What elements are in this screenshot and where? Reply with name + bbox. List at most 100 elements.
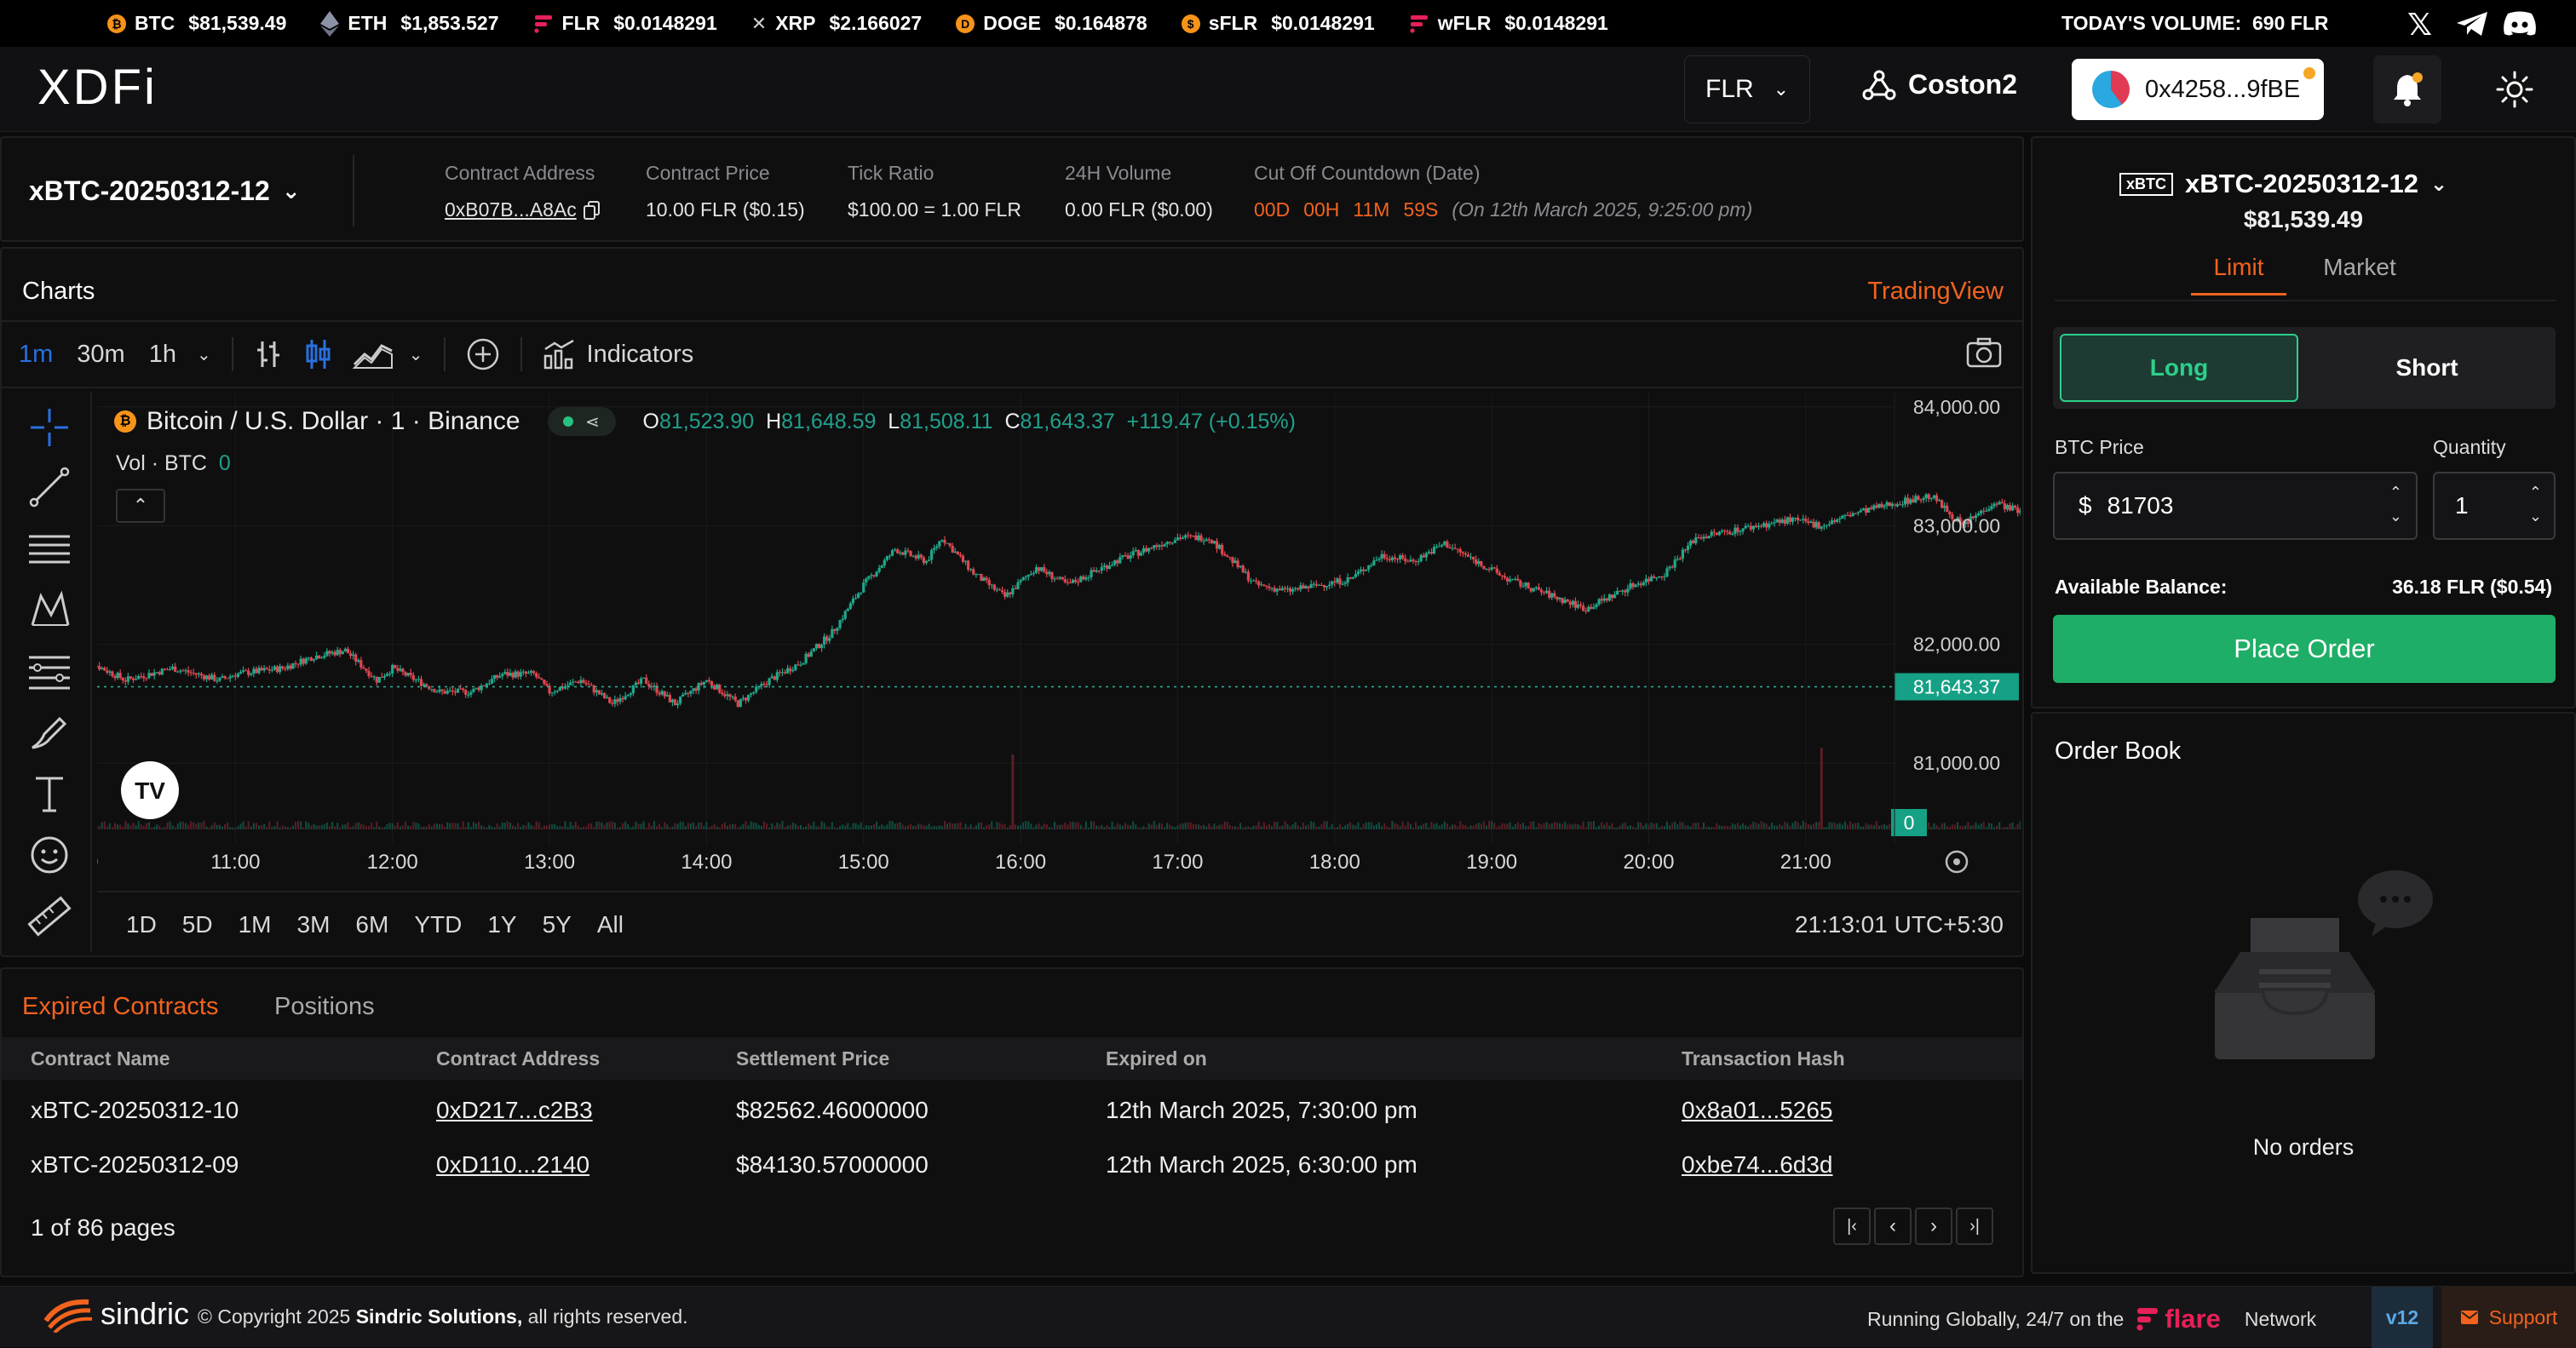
range-6m[interactable]: 6M [355,911,388,938]
candle [106,670,109,673]
text-tool-icon[interactable] [26,770,73,817]
row-transaction-hash-link[interactable]: 0x8a01...5265 [1682,1097,1833,1124]
ruler-icon[interactable] [26,892,73,940]
volume-bar [1281,825,1284,829]
range-all[interactable]: All [597,911,624,938]
tab-market[interactable]: Market [2309,254,2411,281]
quantity-input[interactable]: 1 ⌃ ⌄ [2433,472,2556,540]
short-button[interactable]: Short [2305,334,2549,402]
area-style-icon[interactable] [352,339,394,370]
candle [621,697,624,700]
price-stepper[interactable]: ⌃ ⌄ [2389,480,2402,528]
quantity-stepper[interactable]: ⌃ ⌄ [2529,480,2542,528]
doge-coin-icon: D [956,14,975,33]
range-ytd[interactable]: YTD [414,911,462,938]
volume-bar [1540,824,1543,829]
volume-bar [1987,823,1990,829]
row-contract-address-link[interactable]: 0xD110...2140 [436,1151,589,1179]
volume-bar [1145,827,1147,829]
tab-expired-contracts[interactable]: Expired Contracts [22,993,219,1021]
volume-bar [1491,821,1493,829]
chart-clock[interactable]: 21:13:01 UTC+5:30 [1795,911,2004,938]
emoji-icon[interactable] [26,831,73,879]
sindric-logo[interactable]: sindric [43,1295,189,1333]
contract-address-link[interactable]: 0xB07B...A8Ac [445,198,577,221]
brush-icon[interactable] [26,708,73,756]
volume-bar [771,823,773,829]
range-3m[interactable]: 3M [297,911,331,938]
volume-bar [261,824,263,829]
interval-30m[interactable]: 30m [77,341,124,369]
network-selector[interactable]: Coston2 [1862,69,2017,100]
discord-icon[interactable] [2501,10,2539,37]
contract-selector[interactable]: xBTC-20250312-12 ⌄ [29,175,301,207]
tab-positions[interactable]: Positions [274,993,375,1021]
currency-select[interactable]: FLR ⌄ [1684,55,1810,123]
volume-bar [1121,825,1124,829]
price-chart[interactable]: 84,000.0083,000.0082,000.0081,000.00 0:0… [97,393,2021,879]
tradingview-logo[interactable]: TV [121,761,179,819]
market-status-pill[interactable]: ⋖ [547,407,616,436]
next-page-icon[interactable]: › [1915,1207,1952,1245]
tab-limit[interactable]: Limit [2191,254,2286,295]
candles-style-icon[interactable] [303,338,332,370]
range-5d[interactable]: 5D [182,911,213,938]
horizontal-lines-icon[interactable] [26,525,73,572]
chevron-down-icon[interactable]: ⌄ [197,344,211,365]
candle [336,650,339,656]
first-page-icon[interactable]: |‹ [1833,1207,1871,1245]
long-button[interactable]: Long [2060,334,2298,402]
copy-icon[interactable] [583,200,601,220]
candle [1836,519,1839,522]
camera-snapshot-icon[interactable] [1966,337,2002,368]
volume-bar [371,823,373,829]
btc-price-input[interactable]: $ 81703 ⌃ ⌄ [2053,472,2418,540]
volume-bar [1747,826,1750,829]
interval-1h[interactable]: 1h [149,341,176,369]
range-1y[interactable]: 1Y [487,911,516,938]
volume-bar [1260,826,1262,829]
row-contract-address-link[interactable]: 0xD217...c2B3 [436,1097,593,1124]
interval-1m[interactable]: 1m [19,341,53,369]
order-contract-selector[interactable]: xBTC xBTC-20250312-12 ⌄ [2119,169,2447,199]
compare-add-icon[interactable] [466,337,500,371]
x-twitter-icon[interactable]: 𝕏 [2407,7,2432,43]
wallet-button[interactable]: 0x4258...9fBE [2072,59,2324,120]
row-transaction-hash-link[interactable]: 0xbe74...6d3d [1682,1151,1833,1179]
range-1d[interactable]: 1D [126,911,157,938]
theme-toggle-sun-icon[interactable] [2496,71,2533,108]
volume-bar [1428,827,1430,829]
volume-bar [556,825,559,829]
xdfi-logo[interactable]: XDFi [37,59,158,116]
bars-style-icon[interactable] [254,338,283,370]
chevron-down-icon[interactable]: ⌄ [409,344,423,365]
tradingview-link[interactable]: TradingView [1867,278,2004,306]
range-1m[interactable]: 1M [239,911,272,938]
trend-line-icon[interactable] [26,463,73,511]
volume-bar [1590,821,1592,829]
crosshair-icon[interactable] [26,404,73,451]
place-order-button[interactable]: Place Order [2053,615,2556,683]
candle [492,674,497,680]
volume-bar [752,822,755,829]
candle [1553,593,1556,597]
pattern-tool-icon[interactable] [26,586,73,634]
indicators-button[interactable]: Indicators [543,339,693,370]
volume-bar [522,824,525,829]
candle [433,689,436,693]
notifications-button[interactable] [2373,55,2441,123]
divider [97,891,2021,892]
fib-retracement-icon[interactable] [26,647,73,695]
prev-page-icon[interactable]: ‹ [1874,1207,1912,1245]
range-5y[interactable]: 5Y [543,911,572,938]
candle [883,559,886,565]
telegram-icon[interactable] [2455,10,2489,37]
last-page-icon[interactable]: ›| [1956,1207,1993,1245]
volume-bar [2016,824,2019,829]
chart-settings-icon[interactable] [1945,850,1969,874]
support-button[interactable]: Support [2441,1287,2576,1348]
volume-bar [988,823,991,829]
collapse-legend-button[interactable]: ⌃ [116,489,165,523]
candle [1537,587,1541,590]
symbol-title[interactable]: Bitcoin / U.S. Dollar · 1 · Binance [147,407,520,436]
